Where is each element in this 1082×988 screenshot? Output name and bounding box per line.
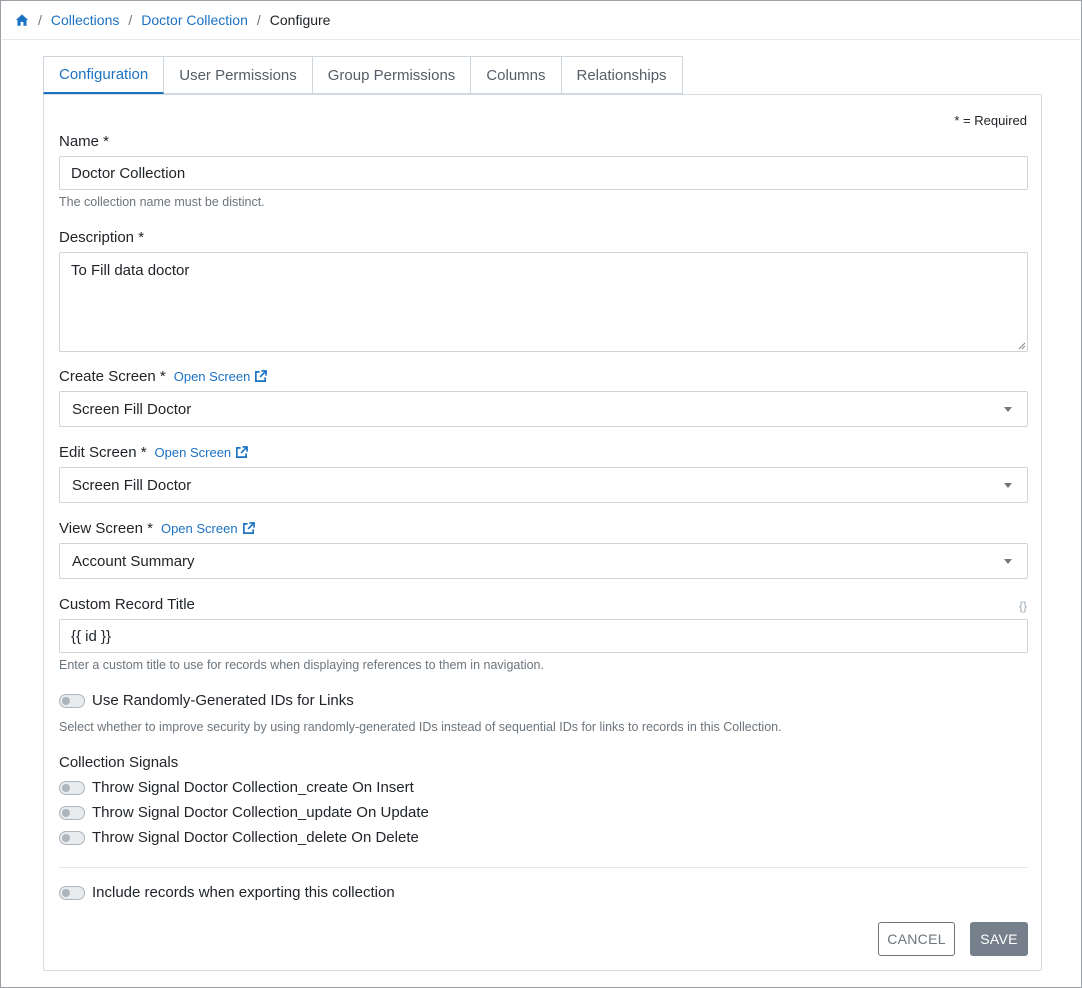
tab-relationships[interactable]: Relationships <box>561 56 683 94</box>
breadcrumb-separator: / <box>256 12 261 28</box>
signal-create-label: Throw Signal Doctor Collection_create On… <box>92 779 414 796</box>
tab-columns[interactable]: Columns <box>471 56 562 94</box>
toggle-knob <box>62 833 70 842</box>
braces-icon[interactable]: {} <box>1019 599 1027 613</box>
configuration-panel: * = Required Name * Doctor Collection Th… <box>43 94 1042 971</box>
toggle-knob <box>62 888 70 897</box>
name-label: Name * <box>59 133 110 150</box>
save-button[interactable]: SAVE <box>970 922 1028 956</box>
signal-update-label: Throw Signal Doctor Collection_update On… <box>92 804 429 821</box>
description-value: To Fill data doctor <box>71 262 190 279</box>
custom-title-label: Custom Record Title <box>59 596 195 613</box>
create-screen-select[interactable]: Screen Fill Doctor <box>59 391 1028 427</box>
export-row: Include records when exporting this coll… <box>59 884 395 901</box>
custom-title-input[interactable]: {{ id }} <box>59 619 1028 653</box>
random-ids-row: Use Randomly-Generated IDs for Links <box>59 692 354 709</box>
export-toggle[interactable] <box>59 885 85 900</box>
toggle-knob <box>62 783 70 792</box>
tab-user-permissions[interactable]: User Permissions <box>164 56 313 94</box>
cancel-button[interactable]: CANCEL <box>878 922 955 956</box>
resize-grip-icon[interactable] <box>1018 342 1026 350</box>
view-screen-open-link[interactable]: Open Screen <box>161 521 255 536</box>
random-ids-label: Use Randomly-Generated IDs for Links <box>92 692 354 709</box>
breadcrumb-separator: / <box>38 12 42 28</box>
toggle-knob <box>62 696 70 705</box>
create-screen-label: Create Screen * Open Screen <box>59 368 268 385</box>
collection-signals-title: Collection Signals <box>59 754 179 771</box>
breadcrumb-separator: / <box>128 12 133 28</box>
external-link-icon <box>236 446 249 458</box>
export-label: Include records when exporting this coll… <box>92 884 395 901</box>
breadcrumb: / Collections / Doctor Collection / Conf… <box>15 1 330 39</box>
open-screen-text: Open Screen <box>160 521 238 536</box>
breadcrumb-collections[interactable]: Collections <box>51 12 119 28</box>
random-ids-help: Select whether to improve security by us… <box>59 720 782 734</box>
edit-screen-label-text: Edit Screen * <box>59 444 147 461</box>
chevron-down-icon <box>1004 482 1012 488</box>
signal-create-toggle[interactable] <box>59 780 85 795</box>
signal-delete-row: Throw Signal Doctor Collection_delete On… <box>59 829 419 846</box>
signal-update-row: Throw Signal Doctor Collection_update On… <box>59 804 429 821</box>
tab-configuration[interactable]: Configuration <box>43 56 165 94</box>
custom-title-help: Enter a custom title to use for records … <box>59 658 544 672</box>
signal-delete-toggle[interactable] <box>59 830 85 845</box>
home-icon <box>15 14 29 26</box>
view-screen-value: Account Summary <box>72 552 195 570</box>
create-screen-value: Screen Fill Doctor <box>72 400 192 418</box>
chevron-down-icon <box>1004 406 1012 412</box>
name-input[interactable]: Doctor Collection <box>59 156 1028 190</box>
home-link[interactable] <box>15 13 29 27</box>
create-screen-label-text: Create Screen * <box>59 368 166 385</box>
edit-screen-select[interactable]: Screen Fill Doctor <box>59 467 1028 503</box>
name-help: The collection name must be distinct. <box>59 195 265 209</box>
breadcrumb-divider <box>2 39 1080 40</box>
app-frame: / Collections / Doctor Collection / Conf… <box>0 0 1082 988</box>
description-label: Description * <box>59 229 145 246</box>
view-screen-label-text: View Screen * <box>59 520 153 537</box>
edit-screen-open-link[interactable]: Open Screen <box>155 445 249 460</box>
tab-group-permissions[interactable]: Group Permissions <box>312 56 472 94</box>
signal-delete-label: Throw Signal Doctor Collection_delete On… <box>92 829 419 846</box>
edit-screen-label: Edit Screen * Open Screen <box>59 444 249 461</box>
signal-create-row: Throw Signal Doctor Collection_create On… <box>59 779 414 796</box>
create-screen-open-link[interactable]: Open Screen <box>174 369 268 384</box>
toggle-knob <box>62 808 70 817</box>
external-link-icon <box>242 522 255 534</box>
random-ids-toggle[interactable] <box>59 693 85 708</box>
breadcrumb-current: Configure <box>269 12 331 28</box>
required-note: * = Required <box>954 113 1027 128</box>
section-divider <box>59 867 1028 868</box>
edit-screen-value: Screen Fill Doctor <box>72 476 192 494</box>
open-screen-text: Open Screen <box>154 445 232 460</box>
description-textarea[interactable]: To Fill data doctor <box>59 252 1028 352</box>
breadcrumb-doctor-collection[interactable]: Doctor Collection <box>141 12 248 28</box>
tab-bar: Configuration User Permissions Group Per… <box>43 56 683 94</box>
open-screen-text: Open Screen <box>173 369 251 384</box>
chevron-down-icon <box>1004 558 1012 564</box>
signal-update-toggle[interactable] <box>59 805 85 820</box>
external-link-icon <box>255 370 268 382</box>
view-screen-select[interactable]: Account Summary <box>59 543 1028 579</box>
view-screen-label: View Screen * Open Screen <box>59 520 255 537</box>
